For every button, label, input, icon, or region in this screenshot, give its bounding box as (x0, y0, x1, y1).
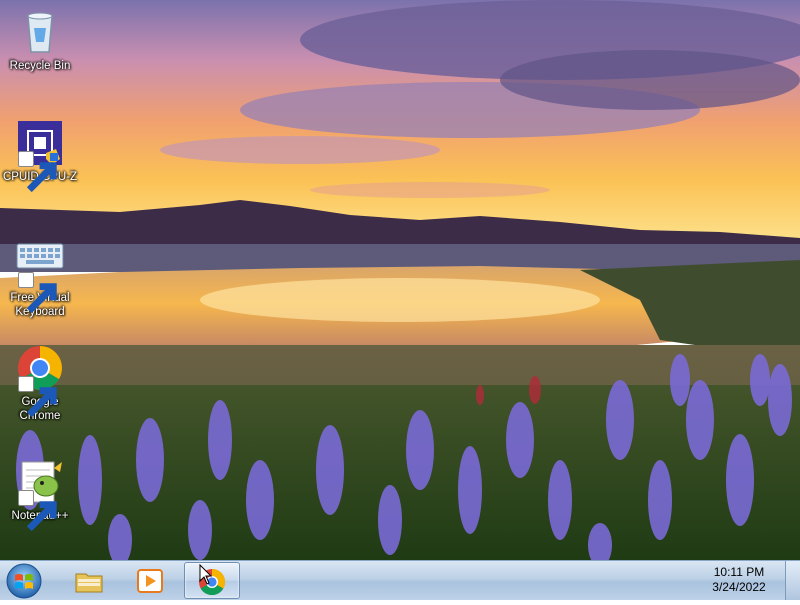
notepad-plus-plus-icon (16, 458, 64, 532)
windows-logo-icon (6, 563, 42, 599)
virtual-keyboard-icon (16, 240, 64, 314)
start-button[interactable] (4, 562, 44, 600)
desktop-icon-recycle-bin[interactable]: Recycle Bin (2, 8, 78, 73)
taskbar: 10:11 PM 3/24/2022 (0, 560, 800, 600)
cpu-z-icon (16, 119, 64, 193)
desktop-icon-free-virtual-keyboard[interactable]: Free Virtual Keyboard (2, 240, 78, 319)
desktop-icon-label: Recycle Bin (9, 60, 71, 72)
desktop-icon-cpu-z[interactable]: CPUID CPU-Z (2, 119, 78, 193)
clock-time: 10:11 PM (713, 565, 765, 579)
shortcut-arrow-icon (18, 490, 57, 532)
show-desktop-button[interactable] (785, 561, 800, 600)
desktop-icon-notepad-plus-plus[interactable]: Notepad++ (2, 458, 78, 532)
windows-explorer-icon (75, 573, 103, 593)
desktop-wallpaper (0, 0, 800, 560)
shortcut-arrow-icon (18, 151, 57, 193)
chrome-icon (16, 344, 64, 418)
shortcut-arrow-icon (18, 376, 57, 418)
taskbar-explorer-button[interactable] (62, 562, 118, 599)
clock-date: 3/24/2022 (712, 580, 766, 594)
recycle-bin-icon (16, 8, 64, 56)
mouse-cursor-icon (199, 564, 213, 585)
taskbar-media-player-button[interactable] (123, 562, 179, 599)
media-player-icon (137, 569, 163, 593)
desktop-icon-google-chrome[interactable]: Google Chrome (2, 344, 78, 423)
system-clock[interactable]: 10:11 PM 3/24/2022 (704, 565, 774, 595)
shortcut-arrow-icon (18, 272, 57, 314)
